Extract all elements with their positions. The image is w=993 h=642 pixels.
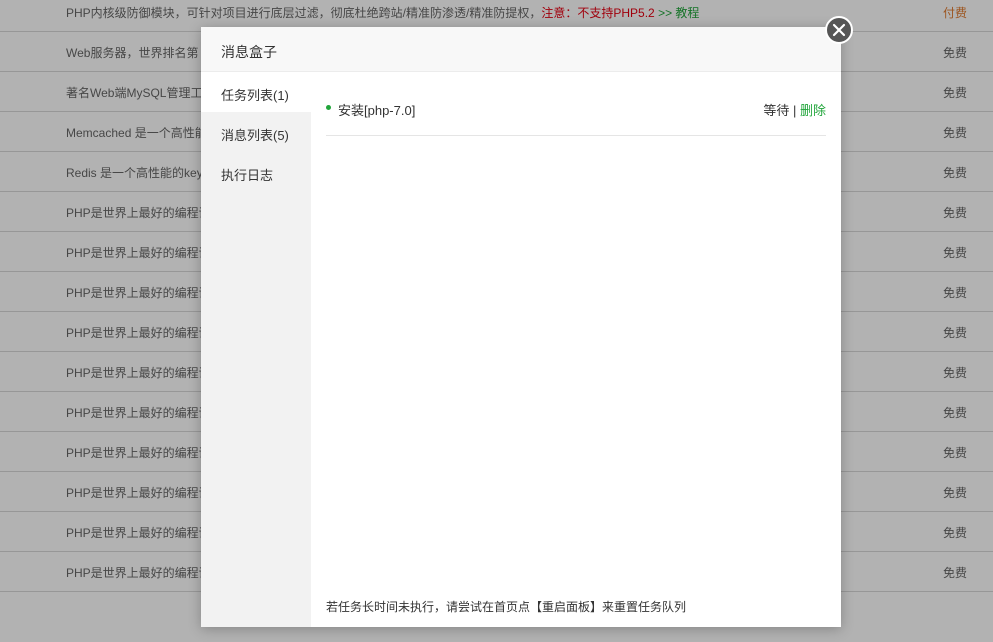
task-actions: 等待 | 删除 (763, 100, 826, 119)
tab-task-list[interactable]: 任务列表(1) (201, 72, 311, 112)
tab-message-list[interactable]: 消息列表(5) (201, 112, 311, 152)
footer-note: 若任务长时间未执行，请尝试在首页点【重启面板】来重置任务队列 (326, 600, 687, 614)
close-button[interactable] (825, 16, 853, 44)
tab-label: 任务列表(1) (221, 88, 289, 103)
tab-label: 消息列表(5) (221, 128, 289, 143)
status-dot-icon (326, 105, 331, 110)
tab-label: 执行日志 (221, 168, 274, 183)
task-list-panel: 安装[php-7.0] 等待 | 删除 若任务长时间未执行，请尝试在首页点【重启… (311, 72, 841, 627)
task-status: 等待 (763, 103, 790, 118)
message-box-dialog: 消息盒子 任务列表(1) 消息列表(5) 执行日志 安装[php-7.0] 等待… (201, 16, 853, 627)
dialog-title: 消息盒子 (221, 44, 277, 60)
dialog-header: 消息盒子 (201, 27, 841, 72)
task-name: 安装[php-7.0] (338, 103, 416, 118)
close-icon (832, 23, 846, 37)
tab-execution-log[interactable]: 执行日志 (201, 152, 311, 192)
dialog-sidebar: 任务列表(1) 消息列表(5) 执行日志 (201, 72, 311, 627)
delete-task-link[interactable]: 删除 (800, 103, 826, 118)
action-separator: | (789, 103, 800, 118)
task-row: 安装[php-7.0] 等待 | 删除 (326, 92, 826, 136)
